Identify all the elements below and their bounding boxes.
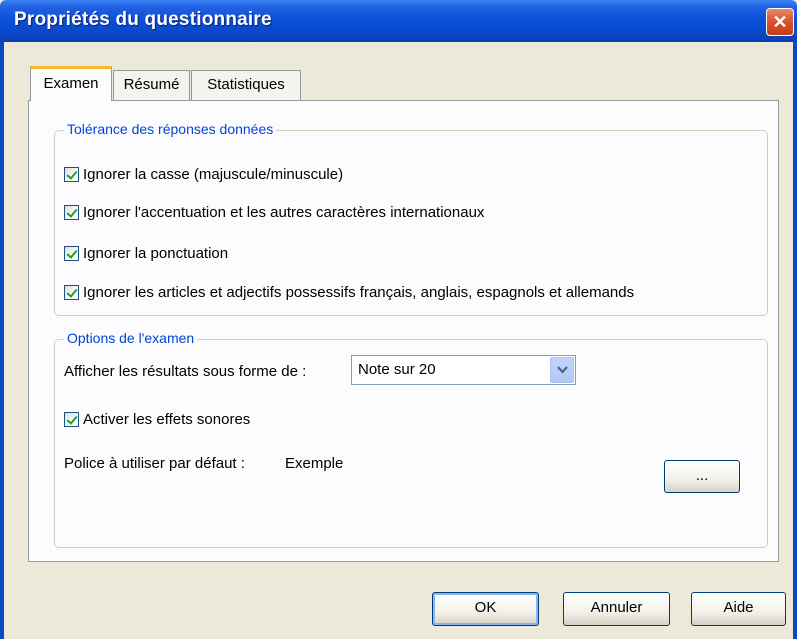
window-frame-right xyxy=(793,42,797,639)
ok-button[interactable]: OK xyxy=(432,592,539,626)
checkbox-label: Activer les effets sonores xyxy=(83,410,251,428)
checkbox-checked-icon xyxy=(64,411,79,427)
tab-label: Statistiques xyxy=(207,76,285,93)
checkbox-checked-icon xyxy=(64,204,79,220)
window-title: Propriétés du questionnaire xyxy=(14,9,272,30)
sound-effects-checkbox[interactable]: Activer les effets sonores xyxy=(64,408,250,430)
default-font-value: Exemple xyxy=(285,455,344,472)
tolerance-legend: Tolérance des réponses données xyxy=(64,121,277,137)
help-label: Aide xyxy=(723,599,754,616)
checkbox-checked-icon xyxy=(64,284,79,300)
ignore-accents-checkbox[interactable]: Ignorer l'accentuation et les autres car… xyxy=(64,201,484,223)
help-button[interactable]: Aide xyxy=(691,592,786,626)
display-results-label: Afficher les résultats sous forme de : xyxy=(64,363,307,380)
exam-options-legend: Options de l'examen xyxy=(64,330,198,346)
ok-label: OK xyxy=(474,599,497,616)
tab-examen[interactable]: Examen xyxy=(30,66,112,101)
ignore-punctuation-checkbox[interactable]: Ignorer la ponctuation xyxy=(64,242,228,264)
tab-label: Résumé xyxy=(123,76,180,93)
chevron-down-icon xyxy=(557,366,568,374)
checkbox-label: Ignorer la ponctuation xyxy=(83,244,229,262)
checkbox-label: Ignorer la casse (majuscule/minuscule) xyxy=(83,165,344,183)
cancel-button[interactable]: Annuler xyxy=(563,592,670,626)
dropdown-button[interactable] xyxy=(550,357,574,383)
dialog-window: Propriétés du questionnaire ✕ Examen Rés… xyxy=(0,0,797,639)
choose-font-button[interactable]: ... xyxy=(664,460,740,493)
tab-statistiques[interactable]: Statistiques xyxy=(191,70,301,100)
ignore-articles-checkbox[interactable]: Ignorer les articles et adjectifs posses… xyxy=(64,281,634,303)
close-icon: ✕ xyxy=(772,12,788,32)
checkbox-label: Ignorer les articles et adjectifs posses… xyxy=(83,283,635,301)
choose-font-label: ... xyxy=(695,467,709,484)
tab-resume[interactable]: Résumé xyxy=(113,70,190,100)
ignore-case-checkbox[interactable]: Ignorer la casse (majuscule/minuscule) xyxy=(64,163,343,185)
window-frame-left xyxy=(0,42,4,639)
display-results-value: Note sur 20 xyxy=(358,361,436,378)
title-bar[interactable]: Propriétés du questionnaire ✕ xyxy=(0,0,797,42)
close-button[interactable]: ✕ xyxy=(766,8,794,36)
default-font-label: Police à utiliser par défaut : xyxy=(64,455,245,472)
tab-label: Examen xyxy=(43,75,99,92)
display-results-select[interactable]: Note sur 20 xyxy=(351,355,576,385)
checkbox-checked-icon xyxy=(64,166,79,182)
checkbox-label: Ignorer l'accentuation et les autres car… xyxy=(83,203,485,221)
cancel-label: Annuler xyxy=(590,599,643,616)
checkbox-checked-icon xyxy=(64,245,79,261)
